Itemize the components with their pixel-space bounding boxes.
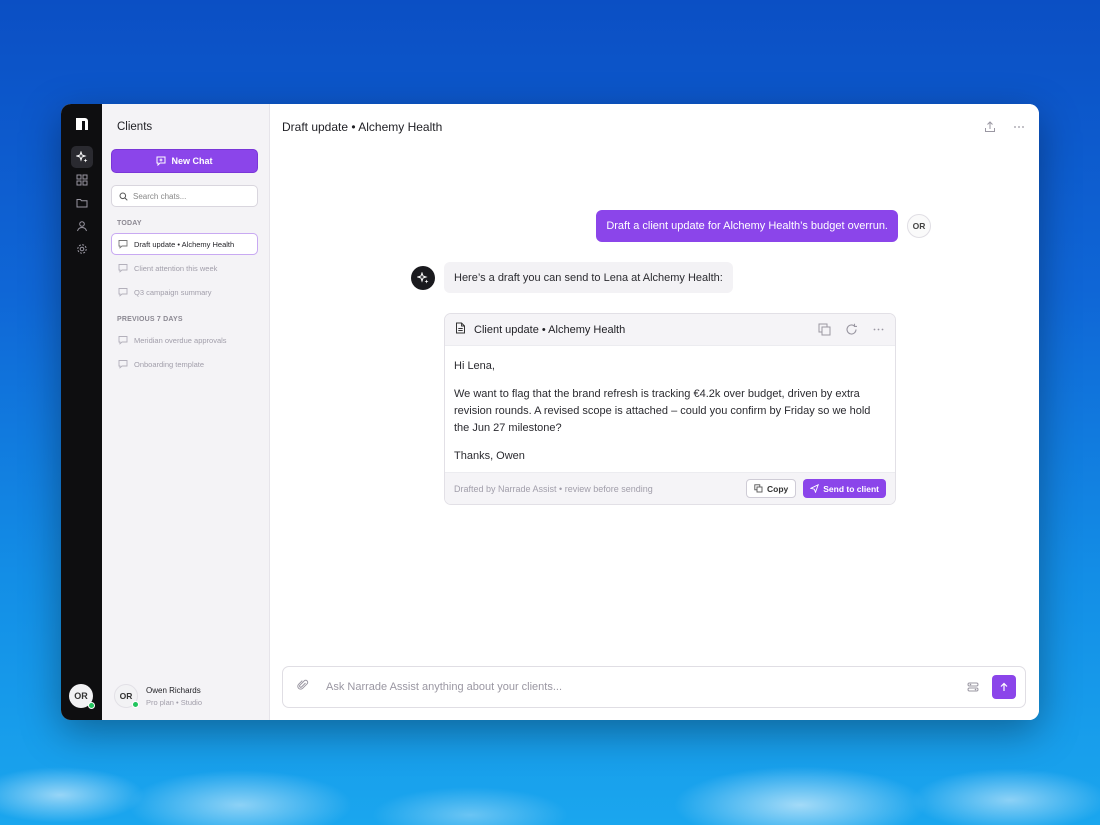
draft-body: Hi Lena, We want to flag that the brand … (445, 346, 895, 465)
online-status-dot (132, 701, 139, 708)
chat-item-label: Q3 campaign summary (134, 287, 212, 297)
search-chats-input[interactable] (133, 191, 243, 201)
sidebar-title: Clients (117, 121, 153, 133)
arrow-up-icon (1000, 682, 1008, 691)
assistant-avatar (411, 266, 435, 290)
section-label-previous: PREVIOUS 7 DAYS (117, 316, 183, 323)
chat-item-label: Client attention this week (134, 263, 218, 273)
chat-item-client-attention[interactable]: Client attention this week (111, 257, 258, 279)
chat-bubble-icon (118, 360, 128, 369)
avatar: OR (114, 684, 139, 708)
chat-bubble-icon (118, 264, 128, 273)
folder-icon[interactable] (71, 192, 93, 214)
online-status-dot (88, 702, 95, 709)
chat-item-label: Onboarding template (134, 359, 205, 369)
regenerate-icon[interactable] (845, 323, 858, 336)
share-icon[interactable] (983, 120, 996, 133)
send-plane-icon (810, 484, 820, 493)
draft-paragraph: We want to flag that the brand refresh i… (454, 388, 871, 434)
draft-note: Drafted by Narrade Assist • review befor… (454, 483, 653, 494)
user-message-avatar: OR (907, 214, 931, 238)
section-label-today: TODAY (117, 220, 142, 227)
dashboard-grid-icon[interactable] (71, 169, 93, 191)
duplicate-icon[interactable] (818, 323, 831, 336)
user-name: Owen Richards (146, 685, 201, 695)
search-chats-box[interactable] (111, 185, 258, 207)
more-options-icon[interactable] (1012, 120, 1025, 133)
draft-signoff: Thanks, Owen (454, 450, 525, 462)
draft-card: Client update • Alchemy Health Hi Lena, … (444, 313, 896, 505)
page-title: Draft update • Alchemy Health (282, 120, 443, 134)
send-to-client-button[interactable]: Send to client (803, 479, 886, 498)
avatar-initials: OR (119, 691, 133, 701)
copy-button[interactable]: Copy (746, 479, 797, 498)
user-message-row: Draft a client update for Alchemy Health… (596, 210, 931, 242)
chat-item-onboarding[interactable]: Onboarding template (111, 353, 258, 375)
more-options-icon[interactable] (872, 323, 885, 336)
rail-avatar-initials: OR (74, 691, 88, 701)
draft-card-footer: Drafted by Narrade Assist • review befor… (445, 472, 895, 504)
new-chat-label: New Chat (171, 156, 213, 166)
chat-item-q3-summary[interactable]: Q3 campaign summary (111, 281, 258, 303)
app-window: OR Clients New Chat TODAY Draft update •… (61, 104, 1039, 720)
draft-greeting: Hi Lena, (454, 360, 495, 372)
user-message-bubble: Draft a client update for Alchemy Health… (596, 210, 898, 242)
message-composer (282, 666, 1026, 708)
settings-gear-icon[interactable] (71, 238, 93, 260)
chat-item-label: Draft update • Alchemy Health (134, 239, 235, 249)
chat-main: Draft update • Alchemy Health Draft a cl… (270, 104, 1039, 720)
app-logo-icon[interactable] (74, 116, 90, 132)
chat-bubble-icon (118, 240, 128, 249)
chat-bubble-icon (118, 288, 128, 297)
new-chat-button[interactable]: New Chat (111, 149, 258, 173)
attach-paperclip-icon[interactable] (297, 678, 309, 696)
copy-label: Copy (767, 483, 789, 494)
draft-card-header: Client update • Alchemy Health (445, 314, 895, 346)
chat-item-draft-update[interactable]: Draft update • Alchemy Health (111, 233, 258, 255)
chat-item-label: Meridian overdue approvals (134, 335, 227, 345)
user-plan: Pro plan • Studio (146, 697, 202, 707)
sparkle-icon (417, 272, 429, 284)
icon-rail: OR (61, 104, 102, 720)
document-icon (455, 321, 466, 339)
user-profile-card[interactable]: OR Owen Richards Pro plan • Studio (114, 684, 202, 708)
chat-sidebar: Clients New Chat TODAY Draft update • Al… (102, 104, 270, 720)
header-actions (983, 120, 1025, 133)
composer-input[interactable] (326, 681, 967, 693)
send-message-button[interactable] (992, 675, 1016, 699)
draft-title: Client update • Alchemy Health (474, 323, 626, 336)
options-sliders-icon[interactable] (967, 681, 979, 693)
chat-bubble-icon (118, 336, 128, 345)
copy-icon (754, 484, 763, 493)
new-chat-icon (156, 156, 166, 166)
assistant-message-bubble: Here’s a draft you can send to Lena at A… (444, 262, 733, 293)
rail-avatar[interactable]: OR (69, 684, 95, 709)
draft-tools (818, 323, 885, 336)
user-icon[interactable] (71, 215, 93, 237)
chat-item-meridian[interactable]: Meridian overdue approvals (111, 329, 258, 351)
search-icon (119, 192, 128, 201)
send-to-client-label: Send to client (823, 483, 879, 494)
assistant-nav-icon[interactable] (70, 146, 93, 168)
